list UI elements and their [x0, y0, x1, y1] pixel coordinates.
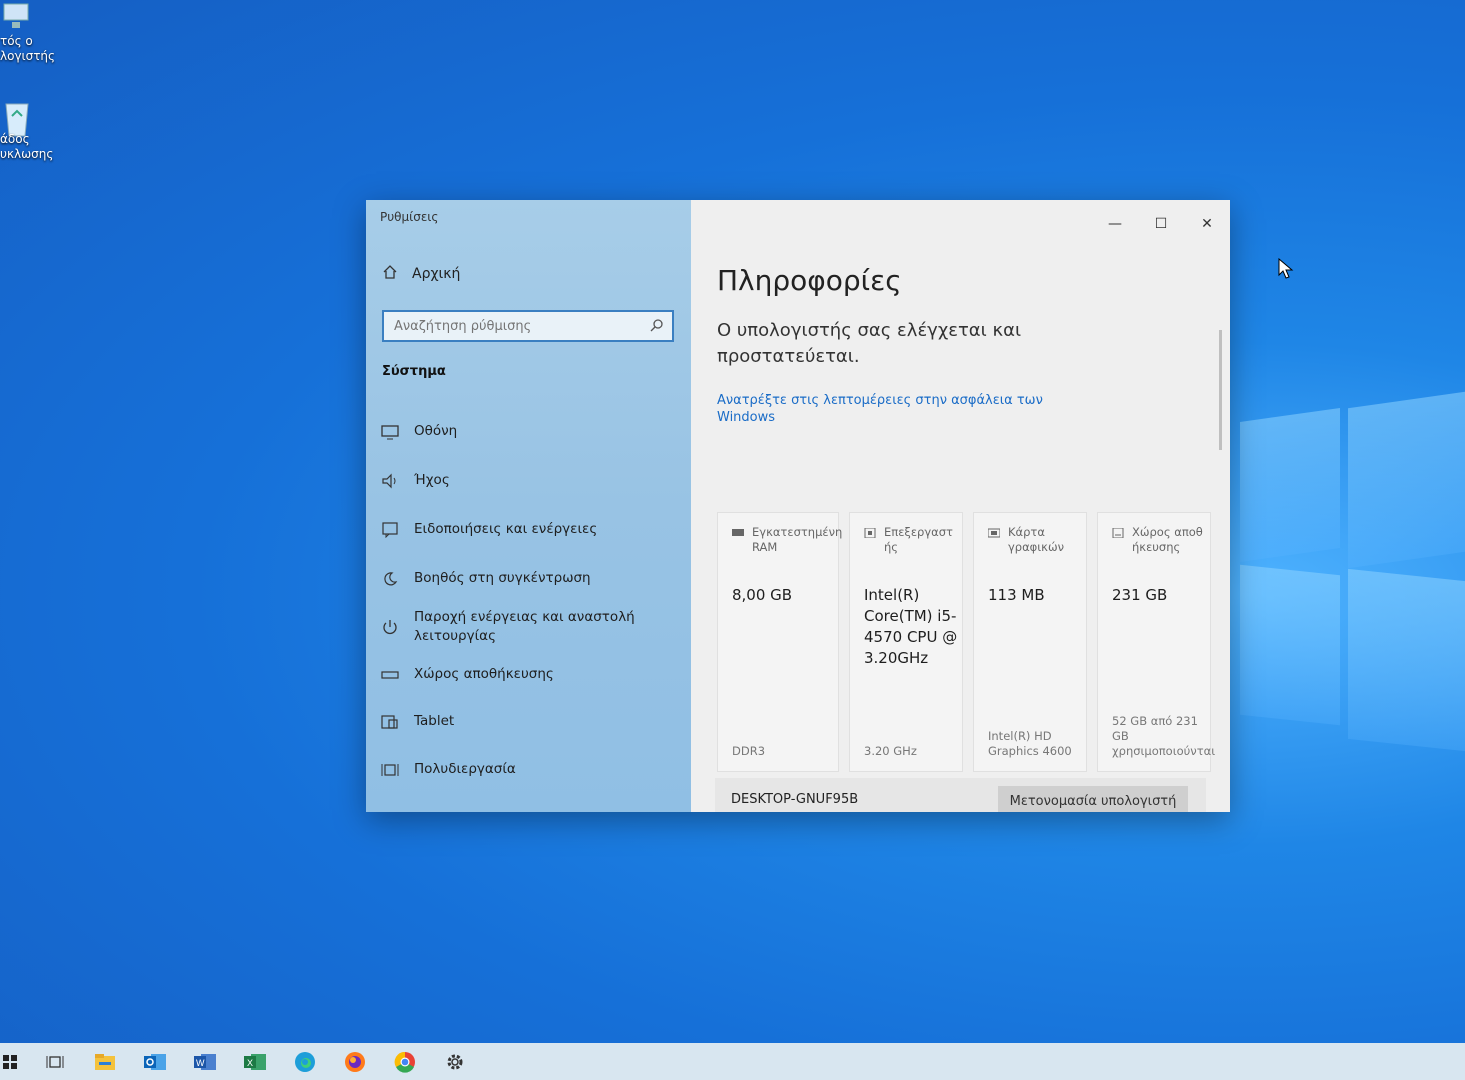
excel-icon[interactable]: X [230, 1043, 280, 1080]
wallpaper-pane [1240, 407, 1340, 563]
card-subtext: DDR3 [732, 744, 766, 758]
speaker-icon [380, 472, 400, 490]
sidebar-item-notifications[interactable]: Ειδοποιήσεις και ενέργειες [380, 520, 597, 539]
card-subtext: 52 GB από 231 GB χρησιμοποιούνται [1112, 714, 1216, 758]
rename-pc-button[interactable]: Μετονομασία υπολογιστή [998, 786, 1188, 812]
task-view-icon[interactable] [30, 1043, 80, 1080]
display-icon [380, 423, 400, 441]
card-header: Εγκατεστημένη RAM [732, 525, 843, 555]
svg-text:X: X [247, 1058, 253, 1068]
sidebar-item-label: Αρχική [412, 266, 461, 282]
card-value: Intel(R) Core(TM) i5-4570 CPU @ 3.20GHz [864, 586, 958, 667]
sidebar-item-label: Ήχος [414, 472, 450, 488]
window-title: Ρυθμίσεις [380, 210, 439, 224]
wallpaper-pane [1348, 391, 1465, 569]
device-name-bar: DESKTOP-GNUF95B Μετονομασία υπολογιστή [715, 778, 1206, 812]
search-input[interactable] [392, 317, 636, 335]
power-icon [380, 618, 400, 636]
sidebar-item-label: Οθόνη [414, 423, 458, 439]
mouse-cursor-icon [1278, 258, 1294, 279]
storage-icon [380, 666, 400, 684]
sidebar-item-label: Παροχή ενέργειας και αναστολή λειτουργία… [414, 609, 635, 644]
ram-icon [732, 529, 744, 536]
card-title: Επεξεργαστής [884, 525, 953, 554]
card-title: Εγκατεστημένη RAM [752, 525, 843, 554]
search-icon[interactable] [650, 317, 664, 336]
card-header: Επεξεργαστής [864, 525, 960, 555]
outlook-icon[interactable] [130, 1043, 180, 1080]
sidebar-item-tablet[interactable]: Tablet [380, 712, 454, 731]
settings-icon[interactable] [430, 1043, 480, 1080]
card-header: Χώρος αποθήκευσης [1112, 525, 1206, 555]
spec-card-graphics: Κάρτα γραφικών 113 MB Intel(R) HD Graphi… [973, 512, 1087, 772]
cpu-icon [864, 528, 876, 538]
sidebar-item-label: Tablet [414, 713, 455, 729]
notification-icon [380, 521, 400, 539]
sidebar-item-label: Ειδοποιήσεις και ενέργειες [414, 521, 598, 537]
desktop-icon-recycle-bin[interactable]: άδος υκλωσης [0, 98, 70, 162]
sidebar-item-display[interactable]: Οθόνη [380, 422, 457, 441]
card-header: Κάρτα γραφικών [988, 525, 1078, 555]
chrome-icon[interactable] [380, 1043, 430, 1080]
sidebar-item-label: Πολυδιεργασία [414, 761, 516, 777]
wallpaper-pane [1240, 564, 1340, 726]
svg-text:W: W [196, 1058, 205, 1068]
sidebar-item-home[interactable]: Αρχική [382, 264, 460, 284]
multitasking-icon [380, 761, 400, 779]
security-link[interactable]: Ανατρέξτε στις λεπτομέρειες στην ασφάλει… [717, 392, 1057, 426]
wallpaper-pane [1348, 568, 1465, 752]
gpu-icon [988, 528, 1000, 538]
sidebar-item-focus-assist[interactable]: Βοηθός στη συγκέντρωση [380, 569, 591, 588]
sidebar: Ρυθμίσεις Αρχική Σύστημα Οθόνη Ήχος Ειδο… [366, 200, 691, 812]
disk-icon [1112, 528, 1124, 538]
desktop-icon-label: άδος [0, 132, 30, 146]
sidebar-item-storage[interactable]: Χώρος αποθήκευσης [380, 665, 554, 684]
card-title: Κάρτα γραφικών [1008, 525, 1064, 554]
page-title: Πληροφορίες [717, 264, 902, 297]
desktop-icon-label: τός ο [0, 34, 33, 48]
sidebar-item-label: Χώρος αποθήκευσης [414, 666, 554, 682]
main-content: — ☐ ✕ Πληροφορίες Ο υπολογιστής σας ελέγ… [691, 200, 1230, 812]
home-icon [382, 264, 398, 284]
card-value: 8,00 GB [732, 586, 793, 604]
maximize-button[interactable]: ☐ [1138, 210, 1184, 238]
file-explorer-icon[interactable] [80, 1043, 130, 1080]
card-title: Χώρος αποθήκευσης [1132, 525, 1203, 554]
computer-icon [2, 0, 32, 34]
desktop-icon-label: λογιστής [0, 49, 56, 63]
window-controls: — ☐ ✕ [1092, 210, 1230, 238]
spec-card-ram: Εγκατεστημένη RAM 8,00 GB DDR3 [717, 512, 843, 772]
card-subtext: Intel(R) HD Graphics 4600 [988, 729, 1072, 758]
card-subtext: 3.20 GHz [864, 744, 917, 758]
close-button[interactable]: ✕ [1184, 210, 1230, 238]
taskbar: W X [0, 1043, 1465, 1080]
protection-status: Ο υπολογιστής σας ελέγχεται και προστατε… [717, 320, 1022, 367]
search-box[interactable] [382, 310, 674, 342]
settings-window: Ρυθμίσεις Αρχική Σύστημα Οθόνη Ήχος Ειδο… [366, 200, 1230, 812]
desktop-icon-label: υκλωσης [0, 147, 54, 161]
card-value: 231 GB [1112, 586, 1168, 604]
tablet-icon [380, 713, 400, 731]
sidebar-item-sound[interactable]: Ήχος [380, 471, 450, 490]
firefox-icon[interactable] [330, 1043, 380, 1080]
sidebar-item-label: Βοηθός στη συγκέντρωση [414, 570, 591, 586]
edge-icon[interactable] [280, 1043, 330, 1080]
spec-card-processor: Επεξεργαστής Intel(R) Core(TM) i5-4570 C… [849, 512, 963, 772]
section-title: Σύστημα [382, 364, 446, 379]
minimize-button[interactable]: — [1092, 210, 1138, 238]
spec-card-storage: Χώρος αποθήκευσης 231 GB 52 GB από 231 G… [1097, 512, 1216, 772]
desktop-icon-computer[interactable]: τός ο λογιστής [0, 0, 70, 64]
sidebar-item-multitasking[interactable]: Πολυδιεργασία [380, 760, 516, 779]
start-icon[interactable] [0, 1043, 20, 1080]
scrollbar[interactable] [1219, 330, 1222, 450]
recycle-bin-icon [2, 98, 32, 137]
device-name: DESKTOP-GNUF95B [731, 792, 859, 807]
word-icon[interactable]: W [180, 1043, 230, 1080]
moon-icon [380, 570, 400, 588]
sidebar-item-power[interactable]: Παροχή ενέργειας και αναστολή λειτουργία… [380, 608, 650, 646]
card-value: 113 MB [988, 586, 1045, 604]
